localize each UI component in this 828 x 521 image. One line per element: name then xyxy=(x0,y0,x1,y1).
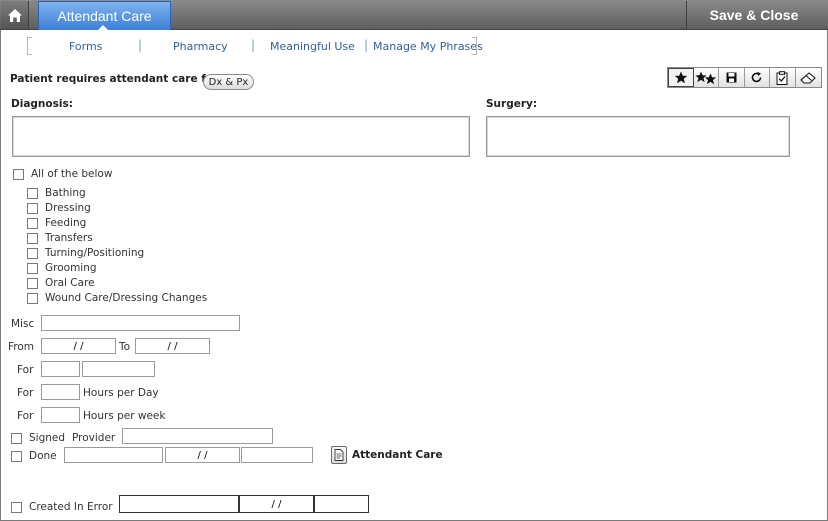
subnav-separator: | xyxy=(251,38,256,52)
provider-label: Provider xyxy=(72,432,116,444)
done-date-input[interactable] xyxy=(165,447,240,463)
care-item-bathing: Bathing xyxy=(27,186,86,200)
signed-row: Signed xyxy=(11,431,65,445)
subnav-separator: | xyxy=(364,38,369,52)
double-star-icon xyxy=(695,71,716,84)
turning-positioning-label: Turning/Positioning xyxy=(45,247,145,259)
hours-per-day-label: Hours per Day xyxy=(83,387,159,399)
subnav-meaningful-use-link[interactable]: Meaningful Use xyxy=(270,40,355,53)
tab-attendant-care-label: Attendant Care xyxy=(57,8,152,24)
diagnosis-label: Diagnosis: xyxy=(11,98,73,110)
created-in-error-time-input[interactable] xyxy=(314,495,369,513)
grooming-label: Grooming xyxy=(45,262,97,274)
oral-care-label: Oral Care xyxy=(45,277,95,289)
active-tab-pointer xyxy=(98,25,108,30)
dx-px-button[interactable]: Dx & Px xyxy=(203,74,254,90)
dressing-label: Dressing xyxy=(45,202,91,214)
clipboard-check-icon xyxy=(776,70,788,85)
from-date-input[interactable] xyxy=(41,338,116,354)
subnav-forms-link[interactable]: Forms xyxy=(69,40,102,53)
done-row: Done xyxy=(11,449,57,463)
care-item-wound-care: Wound Care/Dressing Changes xyxy=(27,291,207,305)
for-duration-unit-input[interactable] xyxy=(82,361,155,377)
refresh-button[interactable] xyxy=(745,68,771,87)
care-item-dressing: Dressing xyxy=(27,201,91,215)
surgery-label: Surgery: xyxy=(486,98,538,110)
eraser-icon xyxy=(800,71,816,83)
transfers-checkbox[interactable] xyxy=(27,232,38,244)
surgery-textarea[interactable] xyxy=(486,116,790,157)
care-item-feeding: Feeding xyxy=(27,216,86,230)
from-label: From xyxy=(8,341,35,353)
transfers-label: Transfers xyxy=(45,232,93,244)
misc-label: Misc xyxy=(11,318,35,330)
done-checkbox[interactable] xyxy=(11,450,22,462)
top-bar: Attendant Care Save & Close xyxy=(0,0,828,30)
wound-care-checkbox[interactable] xyxy=(27,292,38,304)
clear-button[interactable] xyxy=(796,68,821,87)
turning-positioning-checkbox[interactable] xyxy=(27,247,38,259)
created-in-error-date-input[interactable] xyxy=(239,495,314,513)
to-label: To xyxy=(119,341,131,353)
save-disk-icon xyxy=(726,72,737,83)
save-close-button[interactable]: Save & Close xyxy=(686,1,821,29)
hours-per-week-input[interactable] xyxy=(41,407,80,423)
signed-checkbox[interactable] xyxy=(11,432,22,444)
favorites-list-button[interactable] xyxy=(694,68,720,87)
wound-care-label: Wound Care/Dressing Changes xyxy=(45,292,208,304)
home-icon xyxy=(7,8,22,22)
feeding-label: Feeding xyxy=(45,217,87,229)
done-label: Done xyxy=(29,450,57,462)
star-icon xyxy=(674,71,688,84)
created-in-error-checkbox[interactable] xyxy=(11,501,22,513)
dressing-checkbox[interactable] xyxy=(27,202,38,214)
checklist-button[interactable] xyxy=(770,68,796,87)
diagnosis-textarea[interactable] xyxy=(12,116,470,157)
all-of-below-checkbox[interactable] xyxy=(13,168,24,180)
hours-per-day-input[interactable] xyxy=(41,384,80,400)
subnav-pharmacy-link[interactable]: Pharmacy xyxy=(173,40,228,53)
subnav-right-bracket xyxy=(472,37,477,55)
subnav-manage-phrases-link[interactable]: Manage My Phrases xyxy=(373,40,483,53)
form-toolbar xyxy=(667,67,822,88)
save-button[interactable] xyxy=(719,68,745,87)
grooming-checkbox[interactable] xyxy=(27,262,38,274)
feeding-checkbox[interactable] xyxy=(27,217,38,229)
oral-care-checkbox[interactable] xyxy=(27,277,38,289)
refresh-icon xyxy=(751,71,762,83)
all-of-below-row: All of the below xyxy=(13,167,112,181)
created-in-error-field-input[interactable] xyxy=(119,495,239,513)
care-item-turning: Turning/Positioning xyxy=(27,246,144,260)
misc-input[interactable] xyxy=(41,315,240,331)
subnav-separator: | xyxy=(138,38,143,52)
created-in-error-label: Created In Error xyxy=(29,501,113,513)
patient-requires-label: Patient requires attendant care for xyxy=(10,73,219,85)
hours-day-for-label: For xyxy=(17,387,34,399)
for-duration-input[interactable] xyxy=(41,361,80,377)
hours-per-week-label: Hours per week xyxy=(83,410,166,422)
all-of-below-label: All of the below xyxy=(31,168,113,180)
provider-input[interactable] xyxy=(122,428,273,444)
hours-week-for-label: For xyxy=(17,410,34,422)
for-duration-label: For xyxy=(17,364,34,376)
created-in-error-row: Created In Error xyxy=(11,500,113,514)
home-button[interactable] xyxy=(1,1,29,29)
attendant-care-document-label[interactable]: Attendant Care xyxy=(352,449,443,461)
bathing-checkbox[interactable] xyxy=(27,187,38,199)
to-date-input[interactable] xyxy=(135,338,210,354)
favorite-button[interactable] xyxy=(668,68,694,87)
care-item-grooming: Grooming xyxy=(27,261,97,275)
document-icon xyxy=(334,449,344,461)
done-time-input[interactable] xyxy=(241,447,313,463)
care-item-transfers: Transfers xyxy=(27,231,93,245)
bathing-label: Bathing xyxy=(45,187,86,199)
attendant-care-document-button[interactable] xyxy=(331,446,347,464)
done-field-input[interactable] xyxy=(64,447,163,463)
care-item-oral-care: Oral Care xyxy=(27,276,95,290)
signed-label: Signed xyxy=(29,432,66,444)
subnav: Forms | Pharmacy | Meaningful Use | Mana… xyxy=(0,37,828,55)
